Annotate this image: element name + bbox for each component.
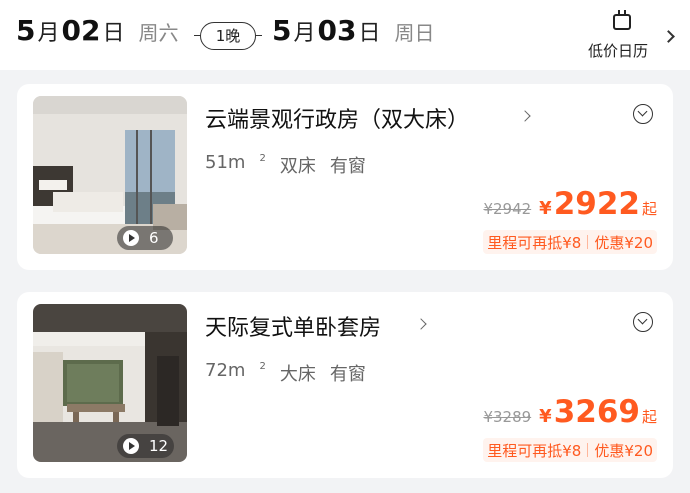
room-area: 72m 2 bbox=[205, 360, 266, 381]
promo-divider bbox=[587, 235, 589, 249]
room-area: 51m 2 bbox=[205, 152, 266, 173]
expand-chevron-icon[interactable] bbox=[633, 312, 653, 332]
room-attributes: 72m 2 大床 有窗 bbox=[205, 360, 380, 386]
room-card[interactable]: 6 云端景观行政房（双大床） 51m 2 双床 有窗 ¥2942 ¥ 2922 起… bbox=[17, 84, 673, 270]
play-icon bbox=[123, 230, 139, 246]
checkin-month-unit: 月 bbox=[37, 21, 60, 46]
checkin-day: 02 bbox=[61, 14, 101, 47]
checkout-day-unit: 日 bbox=[358, 21, 381, 46]
calendar-icon bbox=[613, 10, 631, 30]
checkin-day-unit: 日 bbox=[102, 21, 125, 46]
expand-chevron-icon[interactable] bbox=[633, 104, 653, 124]
room-name[interactable]: 天际复式单卧套房 bbox=[205, 310, 381, 342]
room-photo[interactable]: 12 bbox=[33, 304, 187, 462]
room-window: 有窗 bbox=[329, 364, 366, 385]
price-suffix: 起 bbox=[641, 200, 657, 218]
photo-count: 12 bbox=[149, 437, 169, 455]
checkin-month: 5 bbox=[16, 14, 36, 47]
promo-miles: 里程可再抵¥8 bbox=[487, 233, 582, 252]
checkout-weekday: 周日 bbox=[394, 21, 435, 45]
promo-discount: 优惠¥20 bbox=[594, 441, 653, 460]
photo-count-badge: 6 bbox=[117, 226, 173, 250]
room-name[interactable]: 云端景观行政房（双大床） bbox=[205, 102, 469, 134]
price-row: ¥2942 ¥ 2922 起 bbox=[483, 186, 657, 222]
checkout-day: 03 bbox=[317, 14, 357, 47]
room-attributes: 51m 2 双床 有窗 bbox=[205, 152, 380, 178]
price-suffix: 起 bbox=[641, 408, 657, 426]
checkout-month: 5 bbox=[272, 14, 292, 47]
price-row: ¥3289 ¥ 3269 起 bbox=[483, 394, 657, 430]
photo-count: 6 bbox=[149, 229, 159, 247]
nights-count: 1晚 bbox=[200, 22, 256, 50]
original-price: ¥2942 bbox=[483, 200, 532, 218]
price: 3269 bbox=[553, 394, 640, 430]
play-icon bbox=[123, 438, 139, 454]
promo-tags: 里程可再抵¥8 优惠¥20 bbox=[483, 438, 657, 462]
promo-divider bbox=[587, 443, 589, 457]
price: 2922 bbox=[553, 186, 640, 222]
photo-count-badge: 12 bbox=[117, 434, 175, 458]
calendar-label: 低价日历 bbox=[588, 42, 649, 60]
room-photo[interactable]: 6 bbox=[33, 96, 187, 254]
chevron-right-icon bbox=[415, 318, 427, 330]
checkin-date[interactable]: 5 月 02 日 周六 bbox=[16, 14, 178, 47]
currency-symbol: ¥ bbox=[539, 406, 552, 427]
promo-tags: 里程可再抵¥8 优惠¥20 bbox=[483, 230, 657, 254]
promo-miles: 里程可再抵¥8 bbox=[487, 441, 582, 460]
checkout-month-unit: 月 bbox=[293, 21, 316, 46]
room-window: 有窗 bbox=[329, 156, 366, 177]
currency-symbol: ¥ bbox=[539, 198, 552, 219]
nights-indicator: 1晚 bbox=[194, 22, 262, 50]
low-price-calendar-button[interactable]: 低价日历 bbox=[588, 8, 668, 64]
room-bed: 双床 bbox=[279, 156, 316, 177]
room-card[interactable]: 12 天际复式单卧套房 72m 2 大床 有窗 ¥3289 ¥ 3269 起 里程… bbox=[17, 292, 673, 478]
checkout-date[interactable]: 5 月 03 日 周日 bbox=[272, 14, 434, 47]
promo-discount: 优惠¥20 bbox=[594, 233, 653, 252]
checkin-weekday: 周六 bbox=[138, 21, 179, 45]
date-bar: 5 月 02 日 周六 1晚 5 月 03 日 周日 低价日历 bbox=[0, 0, 690, 70]
chevron-right-icon bbox=[519, 110, 531, 122]
original-price: ¥3289 bbox=[483, 408, 532, 426]
room-bed: 大床 bbox=[279, 364, 316, 385]
